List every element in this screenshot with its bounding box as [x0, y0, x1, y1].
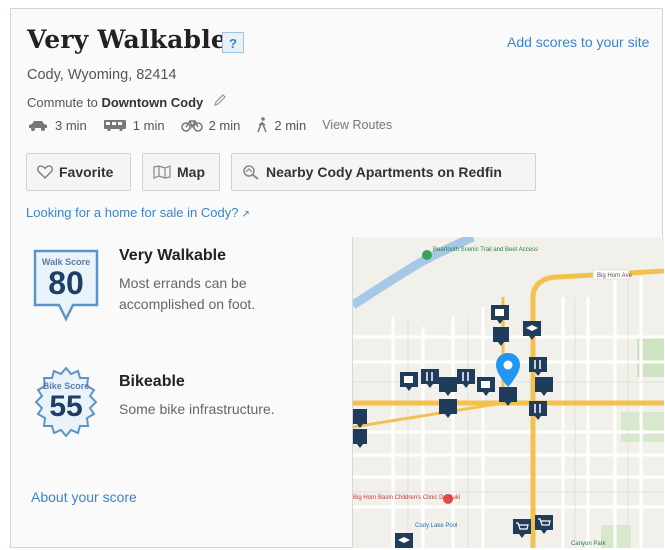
- heart-icon: [37, 165, 53, 179]
- commute-mode-bus[interactable]: 1 min: [103, 118, 165, 133]
- location-text: Cody, Wyoming, 82414: [27, 67, 177, 83]
- commute-modes: 3 min 1 min 2 min 2 min View Routes: [27, 117, 392, 133]
- home-for-sale-link[interactable]: Looking for a home for sale in Cody? ↗: [26, 205, 250, 220]
- commute-line: Commute to Downtown Cody: [27, 93, 227, 110]
- map-label-scenic: Beartooth Scenic Trail and Beet Access: [433, 247, 538, 253]
- map-button[interactable]: Map: [142, 153, 220, 191]
- view-routes-link[interactable]: View Routes: [322, 118, 392, 132]
- walk-time: 2 min: [274, 117, 307, 133]
- bike-score-number: 55: [49, 390, 83, 423]
- commute-destination[interactable]: Downtown Cody: [101, 95, 203, 110]
- commute-mode-car[interactable]: 3 min: [27, 118, 87, 133]
- bus-icon: [103, 120, 126, 131]
- favorite-button[interactable]: Favorite: [26, 153, 131, 191]
- car-time: 3 min: [55, 117, 87, 133]
- help-icon[interactable]: ?: [222, 32, 244, 53]
- page-title: Very Walkable: [27, 25, 228, 54]
- edit-pencil-icon[interactable]: [213, 93, 227, 110]
- bike-score-title: Bikeable: [119, 373, 185, 390]
- map-label-park: Canyon Park: [571, 541, 607, 547]
- map-icon: [153, 165, 171, 179]
- car-icon: [29, 121, 47, 131]
- map-label-sign: Big Horn Ave: [597, 273, 633, 279]
- walk-score-title: Very Walkable: [119, 247, 227, 264]
- scenic-marker: [422, 250, 432, 260]
- bus-time: 1 min: [132, 117, 165, 133]
- external-link-icon: ↗: [241, 209, 250, 220]
- walkscore-panel: Very Walkable ? Add scores to your site …: [10, 8, 664, 548]
- favorite-label: Favorite: [59, 164, 114, 180]
- bike-score-desc: Some bike infrastructure.: [119, 401, 275, 417]
- redfin-label: Nearby Cody Apartments on Redfin: [266, 164, 502, 180]
- map-label: Map: [177, 164, 205, 180]
- about-score-link[interactable]: About your score: [31, 489, 137, 505]
- redfin-button[interactable]: Nearby Cody Apartments on Redfin: [231, 153, 536, 191]
- bike-icon: [180, 120, 203, 132]
- bike-time: 2 min: [208, 117, 241, 133]
- map-canvas[interactable]: Beartooth Scenic Trail and Beet Access B…: [353, 237, 664, 548]
- walk-icon: [257, 117, 268, 133]
- walk-score-desc-1: Most errands can be: [119, 275, 247, 291]
- walk-score-number: 80: [48, 265, 84, 301]
- map-label-pool: Cody Lake Pool: [415, 523, 457, 529]
- commute-mode-bike[interactable]: 2 min: [180, 117, 241, 133]
- home-link-text: Looking for a home for sale in Cody?: [26, 205, 239, 220]
- commute-mode-walk[interactable]: 2 min: [256, 117, 306, 133]
- map-label-clinic: Big Horn Basin Children's Clinic Dr. Suk…: [353, 495, 460, 501]
- commute-prefix: Commute to: [27, 95, 98, 110]
- walk-score-desc-2: accomplished on foot.: [119, 296, 256, 312]
- search-house-icon: [243, 165, 259, 180]
- school-poi-icon[interactable]: [395, 533, 413, 548]
- neighborhood-map[interactable]: Beartooth Scenic Trail and Beet Access B…: [352, 237, 664, 548]
- add-scores-link[interactable]: Add scores to your site: [507, 34, 649, 50]
